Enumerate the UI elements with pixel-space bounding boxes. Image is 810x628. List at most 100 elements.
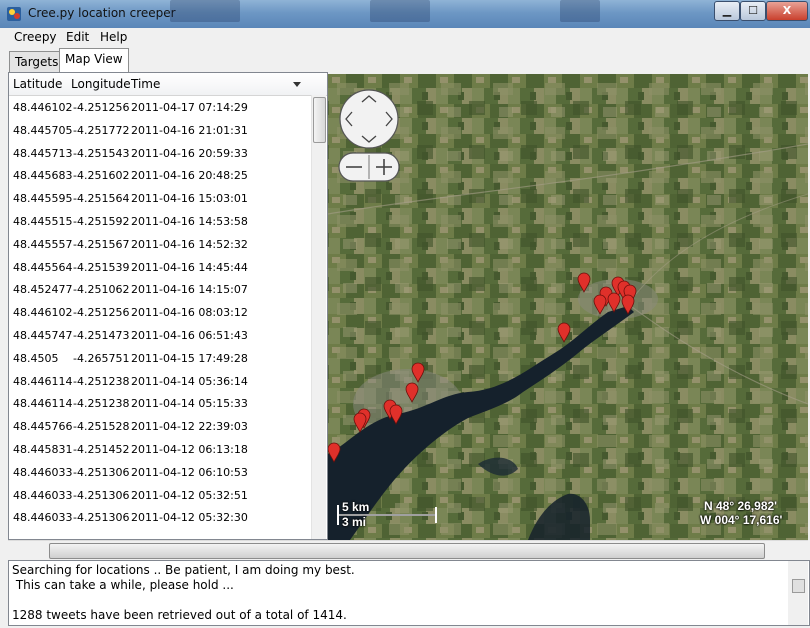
- menu-bar: Creepy Edit Help: [0, 28, 810, 48]
- cell-latitude: 48.445557: [13, 237, 73, 251]
- cell-time: 2011-04-14 05:15:33: [131, 397, 248, 411]
- horizontal-scroll-thumb[interactable]: [49, 543, 765, 559]
- cell-time: 2011-04-12 06:10:53: [131, 465, 248, 479]
- cell-latitude: 48.445683: [13, 169, 73, 183]
- sort-down-icon[interactable]: [293, 82, 301, 87]
- table-row[interactable]: 48.445766 -4.251528 2011-04-12 22:39:03: [9, 415, 309, 437]
- cell-latitude: 48.446114: [13, 374, 73, 388]
- scale-km-label: 5 km: [342, 500, 370, 514]
- table-header: Latitude Longitude Time: [9, 73, 327, 96]
- cell-longitude: -4.251539: [73, 260, 130, 274]
- minimize-button[interactable]: ▁: [714, 1, 740, 21]
- table-row[interactable]: 48.446114 -4.251238 2011-04-14 05:15:33: [9, 392, 309, 414]
- cell-time: 2011-04-16 08:03:12: [131, 306, 248, 320]
- cell-longitude: -4.251543: [73, 146, 130, 160]
- locations-table: Latitude Longitude Time 48.446102 -4.2512…: [8, 72, 328, 540]
- maximize-button[interactable]: ☐: [740, 1, 766, 21]
- header-latitude[interactable]: Latitude: [13, 77, 62, 91]
- header-longitude[interactable]: Longitude: [71, 77, 131, 91]
- table-row[interactable]: 48.4505 -4.265751 2011-04-15 17:49:28: [9, 347, 309, 369]
- app-icon: [7, 7, 21, 21]
- table-scroll-thumb[interactable]: [313, 97, 326, 143]
- cell-time: 2011-04-17 07:14:29: [131, 101, 248, 114]
- cell-longitude: -4.251238: [73, 374, 130, 388]
- cell-time: 2011-04-16 21:01:31: [131, 123, 248, 137]
- table-row[interactable]: 48.445595 -4.251564 2011-04-16 15:03:01: [9, 187, 309, 209]
- taskbar-blur: [370, 0, 430, 22]
- cell-longitude: -4.251306: [73, 488, 130, 502]
- tab-map-view[interactable]: Map View: [59, 48, 129, 72]
- cell-longitude: -4.251602: [73, 169, 130, 183]
- table-row[interactable]: 48.445515 -4.251592 2011-04-16 14:53:58: [9, 210, 309, 232]
- table-row[interactable]: 48.445831 -4.251452 2011-04-12 06:13:18: [9, 438, 309, 460]
- horizontal-scrollbar[interactable]: [8, 540, 808, 561]
- table-row[interactable]: 48.445564 -4.251539 2011-04-16 14:45:44: [9, 256, 309, 278]
- cell-time: 2011-04-14 05:36:14: [131, 374, 248, 388]
- minimize-icon: ▁: [722, 4, 732, 17]
- cell-longitude: -4.251306: [73, 465, 130, 479]
- table-row[interactable]: 48.445683 -4.251602 2011-04-16 20:48:25: [9, 164, 309, 186]
- log-line: Searching for locations .. Be patient, I…: [12, 563, 355, 577]
- cell-longitude: -4.251592: [73, 215, 130, 228]
- table-row[interactable]: 48.446114 -4.251238 2011-04-14 05:36:14: [9, 370, 309, 392]
- taskbar-blur: [170, 0, 240, 22]
- cell-latitude: 48.446114: [13, 397, 73, 411]
- menu-edit[interactable]: Edit: [66, 30, 89, 44]
- cell-time: 2011-04-12 05:32:51: [131, 488, 248, 502]
- coord-longitude: W 004° 17,616': [700, 513, 783, 527]
- maximize-icon: ☐: [748, 4, 758, 17]
- zoom-control[interactable]: [338, 152, 400, 182]
- menu-help[interactable]: Help: [100, 30, 127, 44]
- table-row[interactable]: 48.446033 -4.251306 2011-04-12 05:32:30: [9, 506, 309, 528]
- log-line: 1288 tweets have been retrieved out of a…: [12, 608, 347, 622]
- cell-longitude: -4.251238: [73, 397, 130, 411]
- table-row[interactable]: 48.445705 -4.251772 2011-04-16 21:01:31: [9, 119, 309, 141]
- cell-longitude: -4.265751: [73, 351, 130, 365]
- cell-latitude: 48.445515: [13, 215, 73, 228]
- close-icon: X: [782, 4, 792, 17]
- cell-longitude: -4.251564: [73, 192, 130, 206]
- table-scrollbar[interactable]: [311, 95, 326, 539]
- cell-time: 2011-04-15 17:49:28: [131, 351, 248, 365]
- table-row[interactable]: 48.446033 -4.251306 2011-04-12 06:10:53: [9, 461, 309, 483]
- satellite-map[interactable]: [328, 74, 808, 540]
- cell-longitude: -4.251567: [73, 237, 130, 251]
- coord-latitude: N 48° 26,982': [704, 499, 778, 513]
- log-scrollbar[interactable]: [788, 561, 808, 625]
- cell-longitude: -4.251473: [73, 329, 130, 342]
- table-row[interactable]: 48.445557 -4.251567 2011-04-16 14:52:32: [9, 233, 309, 255]
- cell-time: 2011-04-16 06:51:43: [131, 329, 248, 342]
- cell-longitude: -4.251256: [73, 306, 130, 320]
- window-title: Cree.py location creeper: [28, 6, 176, 20]
- cell-longitude: -4.251306: [73, 511, 130, 525]
- cell-longitude: -4.251772: [73, 123, 130, 137]
- tab-bar: Targets Map View: [0, 48, 810, 72]
- menu-creepy[interactable]: Creepy: [14, 30, 57, 44]
- cell-longitude: -4.251528: [73, 420, 130, 434]
- cell-longitude: -4.251062: [73, 283, 130, 297]
- table-row[interactable]: 48.445713 -4.251543 2011-04-16 20:59:33: [9, 142, 309, 164]
- table-row[interactable]: 48.446102 -4.251256 2011-04-16 08:03:12: [9, 301, 309, 323]
- scale-mi-label: 3 mi: [342, 515, 367, 529]
- cell-latitude: 48.446102: [13, 306, 73, 320]
- cell-time: 2011-04-16 20:59:33: [131, 146, 248, 160]
- title-bar: Cree.py location creeper ▁ ☐ X: [0, 0, 810, 28]
- log-scroll-thumb[interactable]: [792, 579, 805, 593]
- map-view[interactable]: 5 km 3 mi N 48° 26,982' W 004° 17,616': [328, 74, 808, 540]
- scale-bar: 5 km 3 mi: [336, 500, 440, 529]
- cell-latitude: 48.445831: [13, 443, 73, 456]
- table-row[interactable]: 48.452477 -4.251062 2011-04-16 14:15:07: [9, 278, 309, 300]
- header-time[interactable]: Time: [131, 77, 160, 91]
- table-row[interactable]: 48.446102 -4.251256 2011-04-17 07:14:29: [9, 96, 309, 118]
- cell-longitude: -4.251452: [73, 443, 130, 456]
- cell-latitude: 48.446033: [13, 465, 73, 479]
- log-line: This can take a while, please hold ...: [12, 578, 234, 592]
- tab-targets[interactable]: Targets: [9, 51, 65, 72]
- cell-time: 2011-04-12 05:32:30: [131, 511, 248, 525]
- cell-latitude: 48.445766: [13, 420, 73, 434]
- cell-latitude: 48.452477: [13, 283, 73, 297]
- close-button[interactable]: X: [766, 1, 808, 21]
- table-row[interactable]: 48.446033 -4.251306 2011-04-12 05:32:51: [9, 484, 309, 506]
- pan-control[interactable]: [338, 88, 400, 150]
- table-row[interactable]: 48.445747 -4.251473 2011-04-16 06:51:43: [9, 324, 309, 346]
